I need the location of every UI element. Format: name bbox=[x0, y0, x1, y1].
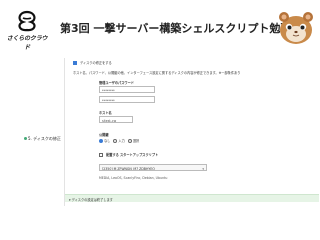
section-marker-icon bbox=[24, 137, 27, 140]
sakura-logo-icon bbox=[18, 10, 36, 32]
hostname-label: ホスト名 bbox=[99, 111, 112, 115]
section-title: ディスクの修正 bbox=[33, 136, 61, 141]
disk-modify-panel: ディスクの修正をする ホスト名、パスワード、公開鍵の他、インターフェース設定に関… bbox=[64, 58, 319, 206]
admin-password-label: 管理ユーザのパスワード bbox=[99, 81, 134, 85]
startup-script-row[interactable]: 配置する スタートアップスクリプト bbox=[99, 152, 158, 157]
public-key-options: なし 入力 選択 bbox=[99, 138, 139, 143]
password-input[interactable]: ******** bbox=[99, 86, 155, 93]
public-key-label: 公開鍵 bbox=[99, 133, 109, 137]
startup-script-label: 配置する スタートアップスクリプト bbox=[106, 153, 159, 157]
footer-note: ▾ ディスクの設定は終了します bbox=[65, 194, 319, 202]
modify-disk-label: ディスクの修正をする bbox=[80, 61, 112, 65]
key-option-none-radio[interactable] bbox=[99, 139, 103, 143]
logo-text: さくらのクラウド bbox=[6, 35, 48, 51]
section-label: 5. ディスクの修正 bbox=[28, 136, 61, 142]
key-option-input-label: 入力 bbox=[118, 139, 125, 143]
key-option-input-radio[interactable] bbox=[113, 139, 118, 143]
mascot-hamster-icon bbox=[279, 12, 313, 44]
modify-disk-checkbox[interactable] bbox=[73, 61, 77, 65]
hostname-input[interactable]: sitest-cw bbox=[99, 116, 133, 123]
startup-script-select[interactable]: [2350] M ZFWNGN_M7 ZDBHYEO ▾ bbox=[99, 164, 207, 171]
key-option-select-radio[interactable] bbox=[127, 139, 132, 143]
key-option-select-label: 選択 bbox=[132, 139, 140, 143]
sakura-cloud-logo: さくらのクラウド bbox=[4, 10, 50, 51]
chevron-down-icon: ▾ bbox=[202, 166, 204, 171]
page-title: 第3回 一撃サーバー構築シェルスクリプト勉強会 bbox=[60, 22, 303, 35]
section-number: 5. bbox=[28, 136, 32, 141]
password-confirm-input[interactable]: ******** bbox=[99, 96, 155, 103]
modify-disk-row[interactable]: ディスクの修正をする bbox=[73, 60, 112, 65]
script-os-note: MEDIA, LeoOS, ScanlyFinc, Debian, Ubuntu bbox=[99, 176, 168, 180]
key-option-none-label: なし bbox=[104, 139, 111, 143]
startup-script-checkbox[interactable] bbox=[99, 153, 103, 157]
description-text: ホスト名、パスワード、公開鍵の他、インターフェース設定に関するディスクの内容が修… bbox=[73, 71, 241, 75]
startup-script-value: [2350] M ZFWNGN_M7 ZDBHYEO bbox=[102, 166, 155, 171]
